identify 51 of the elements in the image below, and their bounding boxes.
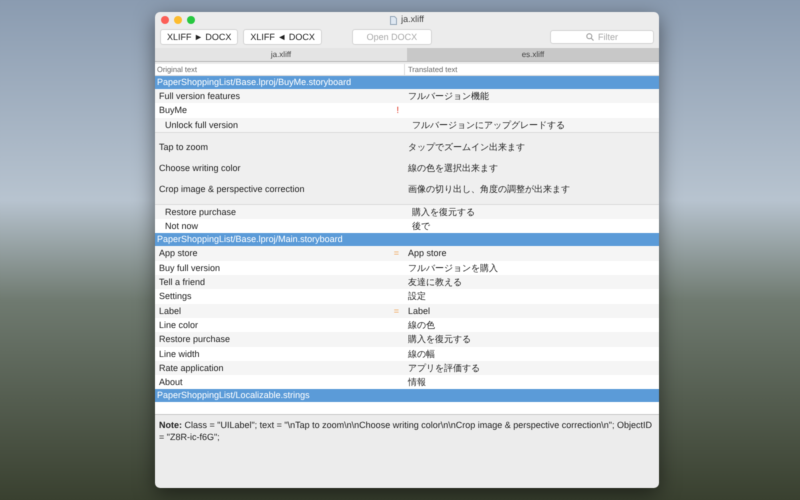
- original-text: Settings: [159, 290, 192, 304]
- toolbar-button[interactable]: XLIFF ◄ DOCX: [243, 29, 322, 45]
- translated-text: 設定: [408, 291, 426, 302]
- status-marker: =: [394, 247, 399, 260]
- original-text: Line color: [159, 318, 198, 332]
- translated-text: 友達に教える: [408, 277, 462, 288]
- status-marker: =: [394, 304, 399, 318]
- original-text: Not now: [165, 220, 198, 234]
- translated-text: 線の幅: [408, 348, 435, 359]
- translated-text: Label: [408, 306, 430, 316]
- window-title: ja.xliff: [401, 13, 424, 26]
- status-marker: !: [396, 104, 399, 118]
- original-text: Restore purchase: [159, 333, 230, 346]
- translated-text: App store: [408, 248, 447, 258]
- file-tab[interactable]: ja.xliff: [155, 48, 407, 62]
- translated-text: アプリを評価する: [408, 362, 480, 373]
- original-text: Rate application: [159, 362, 224, 375]
- original-text: App store: [159, 247, 198, 260]
- original-text: Buy full version: [159, 262, 220, 275]
- translated-text: 線の色: [408, 320, 435, 330]
- translated-text: 線の色を選択出来ます: [408, 162, 499, 174]
- search-field[interactable]: Filter: [550, 30, 654, 44]
- translated-text: 購入を復元する: [412, 206, 475, 217]
- zoom-button[interactable]: [187, 16, 195, 24]
- original-text: About: [159, 376, 183, 390]
- translated-text: フルバージョン機能: [408, 91, 489, 101]
- file-tab[interactable]: es.xliff: [407, 48, 659, 62]
- original-text: Unlock full version: [165, 118, 238, 132]
- translated-text: 後で: [412, 221, 430, 232]
- translated-text: フルバージョンにアップグレードする: [412, 120, 565, 130]
- toolbar-button[interactable]: XLIFF ► DOCX: [160, 29, 238, 45]
- original-text: Label: [159, 304, 182, 318]
- translated-text: 画像の切り出し、角度の調整が出来ます: [408, 182, 571, 195]
- original-text: Full version features: [159, 90, 240, 103]
- original-text: Tap to zoom: [159, 140, 210, 153]
- original-text: Line width: [159, 348, 200, 361]
- document-icon: [390, 16, 398, 24]
- translated-text: 購入を復元する: [408, 334, 471, 344]
- original-text: Tell a friend: [159, 276, 206, 290]
- translated-text: フルバージョンを購入: [408, 262, 498, 273]
- translated-text: 情報: [408, 377, 426, 388]
- minimize-button[interactable]: [174, 16, 182, 24]
- translated-text: タップでズームイン出来ます: [408, 140, 526, 153]
- close-button[interactable]: [161, 16, 169, 24]
- search-icon: [586, 33, 594, 41]
- original-text: Restore purchase: [165, 206, 236, 219]
- original-text: BuyMe: [159, 104, 188, 118]
- note-text: Note: Class = "UILabel"; text = "\nTap to zoom\n\nChoose writing color\n\nCrop image & perspective correction\n"; ObjectID = "Z8R-ic-f6G";: [155, 414, 659, 488]
- original-text: Choose writing color: [159, 162, 242, 174]
- original-text: Crop image & perspective correction: [159, 182, 306, 195]
- multiline-row[interactable]: Tap to zoom Choose writing color Crop image & perspective correction タップでズームイン出来ます 線の色を選択出来ます 画像の切り出し、角度の調整が出来ます: [155, 132, 659, 205]
